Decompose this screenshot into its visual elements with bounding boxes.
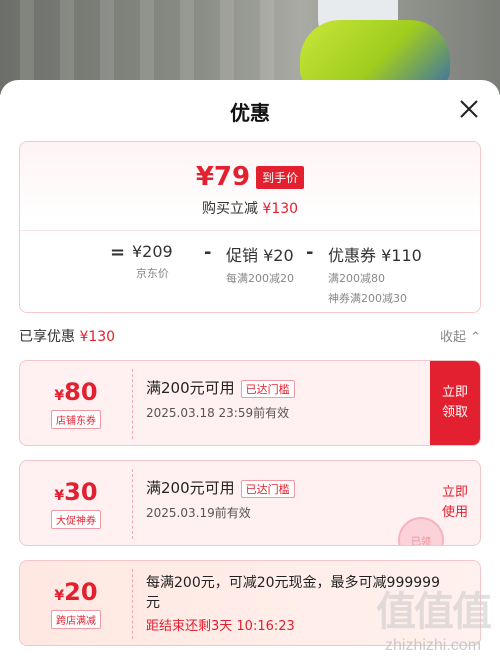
promo-condition: 每满200减20 [226, 272, 294, 285]
use-label: 立即使用 [441, 485, 468, 520]
promo-amount: 促销 ¥20 [226, 246, 294, 265]
discount-bottom-sheet: 优惠 ¥79 到手价 购买立减 ¥130 = ¥209 京东价 - 促销 ¥20… [0, 80, 500, 663]
coupon-expiry: 2025.03.18 23:59前有效 [146, 406, 290, 420]
coupon-card: ¥30 大促神券 满200元可用 已达门槛 2025.03.19前有效 已领 立即… [19, 460, 481, 546]
sheet-title: 优惠 [230, 101, 270, 125]
coupon-condition: 满200元可用 [146, 479, 235, 497]
price-formula: = ¥209 京东价 - 促销 ¥20 每满200减20 - 优惠券 ¥110 … [110, 242, 470, 312]
coupon-amount-display: ¥20 [54, 578, 97, 606]
coupon-amount-display: ¥30 [54, 478, 97, 506]
coupon-condition-2: 神券满200减30 [328, 292, 407, 305]
price-summary-card: ¥79 到手价 购买立减 ¥130 = ¥209 京东价 - 促销 ¥20 每满… [19, 141, 481, 313]
summary-divider [20, 230, 480, 231]
final-price-tag: 到手价 [256, 165, 305, 189]
coupon-expiry: 2025.03.19前有效 [146, 506, 251, 520]
base-price-item: ¥209 京东价 [132, 242, 173, 281]
enjoyed-label: 已享优惠 ¥130 [19, 329, 115, 345]
saving-label: 购买立减 [201, 201, 258, 217]
site-watermark: 值值值 zhizhizhi.com [376, 579, 492, 655]
claim-label: 立即领取 [441, 385, 468, 420]
enjoyed-text: 已享优惠 [19, 329, 75, 345]
enjoyed-amount: ¥130 [79, 329, 116, 345]
coupon-separator [132, 569, 133, 639]
base-price: ¥209 [132, 242, 173, 261]
minus-sign-2: - [306, 242, 314, 263]
threshold-badge: 已达门槛 [240, 379, 295, 398]
coupon-card: ¥80 店铺东券 满200元可用 已达门槛 2025.03.18 23:59前有效… [19, 360, 481, 446]
currency-symbol: ¥ [54, 387, 65, 404]
coupon-separator [132, 469, 133, 539]
watermark-url: zhizhizhi.com [384, 637, 482, 654]
coupon-details: 满200元可用 已达门槛 2025.03.18 23:59前有效 [146, 377, 295, 421]
minus-sign: - [204, 242, 212, 263]
claim-coupon-button[interactable]: 立即领取 [430, 361, 480, 445]
coupon-amount-value: 20 [64, 577, 98, 606]
base-price-label: 京东价 [135, 267, 169, 280]
enjoyed-discount-header: 已享优惠 ¥130 收起 ⌃ [19, 326, 481, 348]
saving-line: 购买立减 ¥130 [20, 198, 480, 218]
coupon-value: ¥80 店铺东券 [20, 361, 132, 445]
coupon-amount-value: 30 [64, 477, 98, 506]
coupon-amount: 优惠券 ¥110 [328, 246, 422, 265]
collapse-button[interactable]: 收起 ⌃ [440, 326, 481, 345]
currency-symbol: ¥ [54, 487, 65, 504]
coupon-type-tag: 店铺东券 [51, 409, 101, 429]
coupon-condition-1: 满200减80 [328, 272, 385, 285]
coupon-separator [132, 369, 133, 439]
coupon-type-tag: 大促神券 [51, 509, 101, 529]
coupon-condition-row: 满200元可用 已达门槛 [146, 477, 295, 498]
coupon-condition: 满200元可用 [146, 379, 235, 397]
coupon-value: ¥30 大促神券 [20, 461, 132, 545]
use-coupon-button[interactable]: 立即使用 [430, 461, 480, 545]
coupon-amount-display: ¥80 [54, 378, 97, 406]
collapse-label: 收起 [439, 330, 466, 345]
promo-item: 促销 ¥20 每满200减20 [226, 242, 294, 286]
equals-sign: = [110, 242, 126, 263]
coupon-value: ¥20 跨店满减 [20, 561, 132, 645]
chevron-up-icon: ⌃ [470, 330, 481, 345]
threshold-badge: 已达门槛 [240, 479, 295, 498]
saving-amount: ¥130 [262, 201, 299, 217]
currency-symbol: ¥ [54, 587, 65, 604]
close-icon [460, 100, 478, 118]
coupon-condition-row: 满200元可用 已达门槛 [146, 377, 295, 398]
watermark-logo: 值值值 [376, 589, 492, 635]
coupon-amount-value: 80 [64, 377, 98, 406]
coupon-item: 优惠券 ¥110 满200减80 神券满200减30 [328, 242, 422, 306]
coupon-details: 满200元可用 已达门槛 2025.03.19前有效 [146, 477, 295, 521]
final-price: ¥79 [195, 162, 251, 192]
coupon-type-tag: 跨店满减 [51, 609, 101, 629]
close-button[interactable] [458, 98, 480, 120]
